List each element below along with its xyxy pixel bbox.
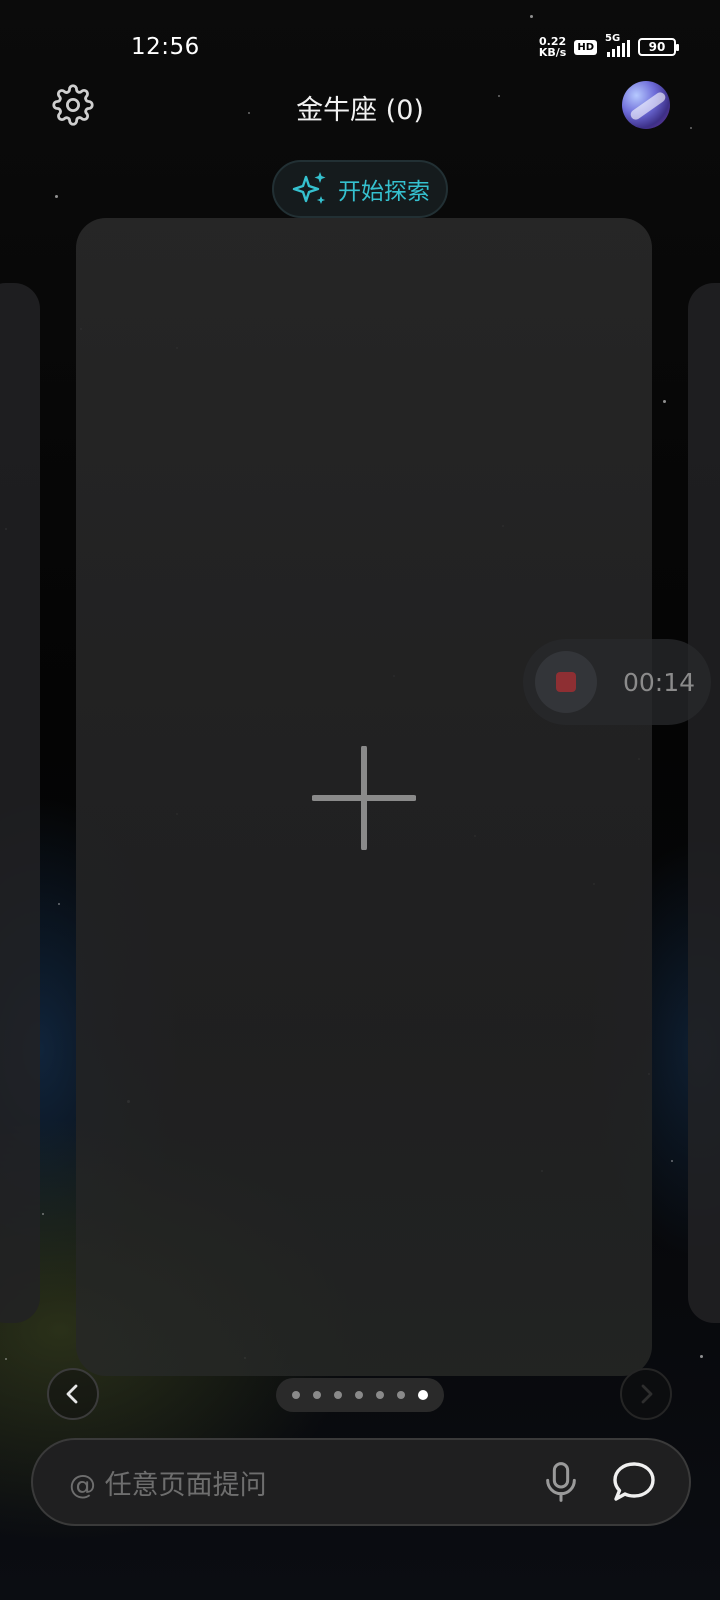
- ask-input-bar[interactable]: @ 任意页面提问: [31, 1438, 691, 1526]
- start-explore-label: 开始探索: [338, 179, 430, 205]
- chat-bubble-icon[interactable]: [611, 1459, 657, 1505]
- microphone-icon[interactable]: [541, 1460, 581, 1504]
- screen-recording-indicator[interactable]: 00:14: [523, 639, 711, 725]
- avatar[interactable]: [622, 81, 670, 129]
- page-dot-active[interactable]: [418, 1390, 428, 1400]
- page-dot[interactable]: [292, 1391, 300, 1399]
- stop-icon: [556, 672, 576, 692]
- recording-time: 00:14: [623, 667, 696, 697]
- hd-badge: HD: [574, 39, 597, 55]
- ask-input[interactable]: @ 任意页面提问: [69, 1463, 541, 1502]
- page-indicator: [276, 1378, 444, 1412]
- sparkle-icon: [292, 172, 326, 204]
- page-dot[interactable]: [355, 1391, 363, 1399]
- page-dot[interactable]: [397, 1391, 405, 1399]
- page-dot[interactable]: [313, 1391, 321, 1399]
- previous-card[interactable]: [0, 283, 40, 1323]
- page-dot[interactable]: [334, 1391, 342, 1399]
- plus-icon[interactable]: [312, 746, 416, 850]
- page-dot[interactable]: [376, 1391, 384, 1399]
- stop-recording-button[interactable]: [535, 651, 597, 713]
- page-title: 金牛座 (0): [296, 95, 424, 126]
- network-speed: 0.22 KB/s: [538, 35, 567, 59]
- battery-icon: 90: [638, 38, 679, 56]
- chevron-left-icon: [66, 1384, 78, 1404]
- start-explore-button[interactable]: 开始探索: [272, 160, 448, 218]
- chevron-right-icon: [641, 1384, 653, 1404]
- signal-icon: 5G: [605, 33, 630, 57]
- status-time: 12:56: [131, 34, 200, 60]
- previous-page-button[interactable]: [47, 1368, 99, 1420]
- next-card[interactable]: [688, 283, 720, 1323]
- status-indicators: 0.22 KB/s HD 5G 90: [538, 33, 679, 59]
- next-page-button[interactable]: [620, 1368, 672, 1420]
